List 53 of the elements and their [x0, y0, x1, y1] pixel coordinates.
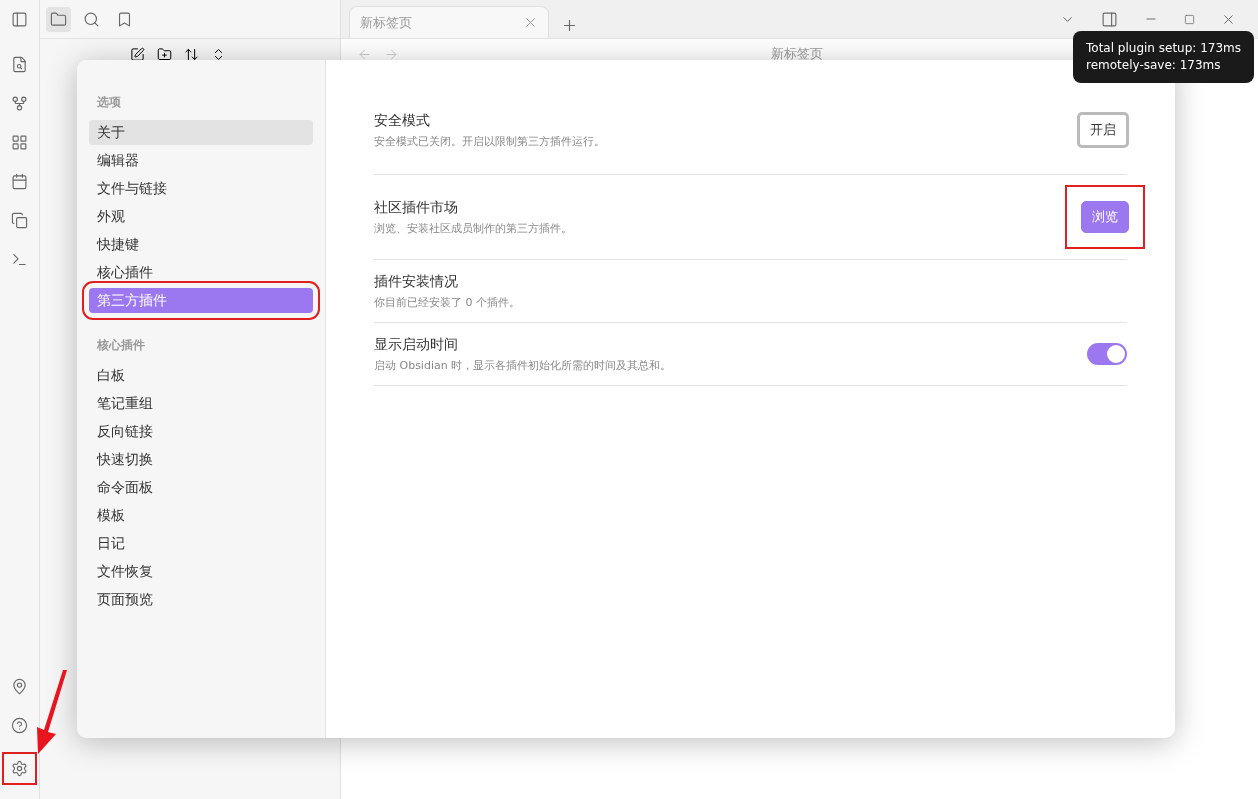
setting-name: 插件安装情况 — [374, 272, 459, 291]
setting-description: 浏览、安装社区成员制作的第三方插件。 — [374, 220, 573, 236]
setting-button[interactable]: 开启 — [1077, 112, 1129, 148]
copy-icon — [11, 212, 28, 229]
settings-nav-item[interactable]: 模板 — [89, 503, 313, 528]
page-title: 新标签页 — [771, 45, 823, 63]
setting-name: 安全模式 — [374, 111, 431, 130]
setting-description: 安全模式已关闭。开启以限制第三方插件运行。 — [374, 133, 606, 149]
bookmark-icon — [116, 10, 133, 28]
settings-nav-item[interactable]: 快捷键 — [89, 232, 313, 257]
settings-nav-item[interactable]: 白板 — [89, 363, 313, 388]
settings-nav-item[interactable]: 笔记重组 — [89, 391, 313, 416]
grid-icon — [11, 134, 28, 151]
panel-left-icon — [11, 10, 28, 28]
setting-name: 显示启动时间 — [374, 335, 459, 354]
folder-icon — [50, 10, 67, 28]
pin-icon — [11, 678, 28, 695]
settings-icon — [11, 760, 28, 777]
toggle-switch[interactable] — [1087, 343, 1127, 365]
settings-nav-item[interactable]: 关于 — [89, 120, 313, 145]
new-folder-icon — [157, 47, 172, 62]
settings-nav-item[interactable]: 核心插件 — [89, 260, 313, 285]
setting-description: 你目前已经安装了 0 个插件。 — [374, 294, 521, 310]
help-icon — [11, 717, 28, 734]
close-icon — [523, 15, 538, 30]
tooltip-line: Total plugin setup: 173ms — [1086, 40, 1242, 57]
tooltip-line: remotely-save: 173ms — [1086, 57, 1222, 74]
settings-nav-item[interactable]: 外观 — [89, 204, 313, 229]
settings-nav-item[interactable]: 页面预览 — [89, 587, 313, 612]
settings-nav-item[interactable]: 日记 — [89, 531, 313, 556]
settings-nav-item[interactable]: 快速切换 — [89, 447, 313, 472]
terminal-icon — [11, 251, 28, 268]
setting-name: 社区插件市场 — [374, 198, 459, 217]
section-heading: 核心插件 — [96, 337, 146, 354]
search-icon — [83, 10, 100, 28]
calendar-icon — [11, 173, 28, 190]
file-search-icon — [11, 56, 28, 73]
graph-icon — [11, 95, 28, 112]
settings-nav-item[interactable]: 编辑器 — [89, 148, 313, 173]
maximize-icon — [1184, 13, 1195, 25]
settings-button[interactable] — [2, 752, 37, 785]
settings-nav-item[interactable]: 文件与链接 — [89, 176, 313, 201]
tab-title: 新标签页 — [360, 13, 412, 32]
settings-nav-item[interactable]: 命令面板 — [89, 475, 313, 500]
plus-icon — [561, 17, 578, 34]
new-note-icon — [130, 47, 145, 62]
settings-nav-item[interactable]: 反向链接 — [89, 419, 313, 444]
setting-description: 启动 Obsidian 时，显示各插件初始化所需的时间及其总和。 — [374, 357, 673, 373]
settings-nav-item[interactable]: 文件恢复 — [89, 559, 313, 584]
files-tab-button[interactable] — [46, 6, 71, 32]
sort-icon — [184, 47, 199, 62]
section-heading: 选项 — [96, 94, 122, 111]
panel-right-icon — [1101, 10, 1118, 28]
